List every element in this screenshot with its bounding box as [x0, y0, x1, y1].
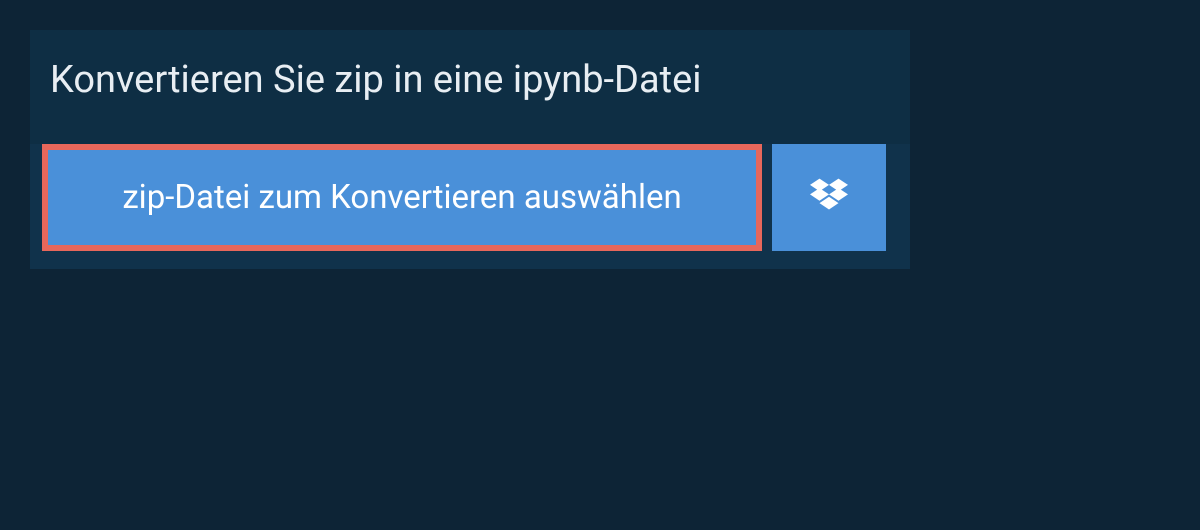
- page-title: Konvertieren Sie zip in eine ipynb-Datei: [30, 30, 910, 144]
- select-file-label: zip-Datei zum Konvertieren auswählen: [122, 178, 681, 217]
- select-file-button[interactable]: zip-Datei zum Konvertieren auswählen: [42, 144, 762, 251]
- dropbox-icon: [810, 177, 848, 219]
- dropbox-button[interactable]: [772, 144, 886, 251]
- converter-panel: Konvertieren Sie zip in eine ipynb-Datei…: [30, 30, 910, 269]
- action-row: zip-Datei zum Konvertieren auswählen: [30, 144, 910, 269]
